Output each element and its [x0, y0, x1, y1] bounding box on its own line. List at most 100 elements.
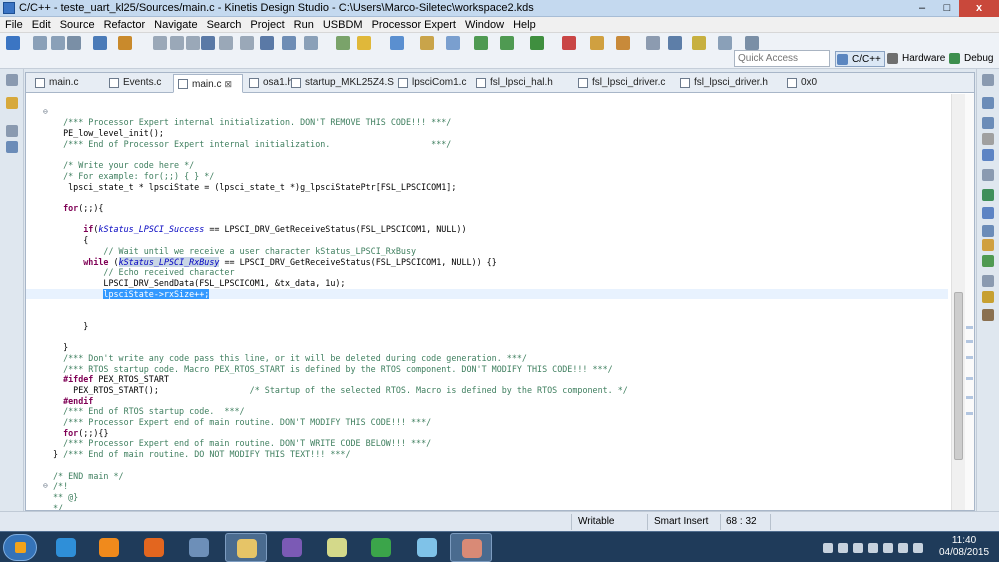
maximize-button[interactable]: □	[935, 0, 959, 17]
link-icon[interactable]	[201, 36, 215, 50]
save-icon[interactable]	[33, 36, 47, 50]
new-class-icon[interactable]	[390, 36, 404, 50]
code-line[interactable]: LPSCI_DRV_SendData(FSL_LPSCICOM1, &tx_da…	[26, 278, 948, 289]
editor-tab[interactable]: main.c	[31, 74, 101, 93]
pilcrow-icon[interactable]	[718, 36, 732, 50]
taskbar-thunderbird[interactable]	[178, 533, 220, 562]
code-line[interactable]	[26, 310, 948, 321]
occurrence-marker[interactable]	[966, 326, 973, 329]
taskbar-internet-explorer[interactable]	[45, 533, 87, 562]
step-icon[interactable]	[170, 36, 184, 50]
taskbar-chrome[interactable]	[360, 533, 402, 562]
code-line[interactable]: /*** Processor Expert internal initializ…	[26, 117, 948, 128]
folder-icon[interactable]	[420, 36, 434, 50]
minimize-view-icon[interactable]	[6, 125, 18, 137]
menu-navigate[interactable]: Navigate	[149, 17, 201, 32]
code-line[interactable]: /*** End of Processor Expert internal in…	[26, 139, 948, 150]
editor-tab[interactable]: 0x0	[783, 74, 823, 93]
editor-tab[interactable]: osa1.h	[245, 74, 293, 93]
refresh-icon[interactable]	[474, 36, 488, 50]
editor-tab[interactable]: main.c ⊠	[173, 74, 243, 93]
build-icon[interactable]	[93, 36, 107, 50]
code-line[interactable]: /*** RTOS startup code. Macro PEX_RTOS_S…	[26, 364, 948, 375]
code-line[interactable]	[26, 214, 948, 225]
code-line[interactable]: }	[26, 321, 948, 332]
perspective-hardware-button[interactable]: Hardware	[886, 51, 946, 67]
mark-icon[interactable]	[692, 36, 706, 50]
editor-tab[interactable]: fsl_lpsci_driver.h	[676, 74, 780, 93]
taskbar-file-explorer[interactable]	[225, 533, 267, 562]
pin-icon[interactable]	[153, 36, 167, 50]
code-line[interactable]: }	[26, 342, 948, 353]
new-file-icon[interactable]	[446, 36, 460, 50]
search-icon[interactable]	[646, 36, 660, 50]
code-line[interactable]: #ifdef PEX_RTOS_START	[26, 374, 948, 385]
view-shortcut-icon[interactable]	[982, 117, 994, 129]
open-folder-icon[interactable]	[616, 36, 630, 50]
code-line[interactable]: #endif	[26, 396, 948, 407]
occurrence-marker[interactable]	[966, 377, 973, 380]
view-shortcut-icon[interactable]	[982, 189, 994, 201]
minimize-view-icon[interactable]	[6, 74, 18, 86]
view-shortcut-icon[interactable]	[982, 74, 994, 86]
view-shortcut-icon[interactable]	[982, 149, 994, 161]
code-line[interactable]: /*** Processor Expert end of main routin…	[26, 417, 948, 428]
start-button[interactable]	[3, 534, 37, 561]
target-icon[interactable]	[282, 36, 296, 50]
menu-refactor[interactable]: Refactor	[99, 17, 150, 32]
view-shortcut-icon[interactable]	[982, 309, 994, 321]
menu-run[interactable]: Run	[289, 17, 318, 32]
menu-edit[interactable]: Edit	[27, 17, 55, 32]
taskbar-viber[interactable]	[271, 533, 313, 562]
occurrence-marker[interactable]	[966, 340, 973, 343]
occurrence-marker[interactable]	[966, 412, 973, 415]
menu-processor-expert[interactable]: Processor Expert	[367, 17, 460, 32]
editor-tab[interactable]: startup_MKL25Z4.S	[287, 74, 394, 93]
taskbar-media-player[interactable]	[88, 533, 130, 562]
view-shortcut-icon[interactable]	[982, 239, 994, 251]
stop-icon[interactable]	[562, 36, 576, 50]
menu-search[interactable]: Search	[202, 17, 246, 32]
editor-tab[interactable]: fsl_lpsci_driver.c	[574, 74, 674, 93]
usb-icon[interactable]	[823, 543, 833, 553]
menu-source[interactable]: Source	[55, 17, 99, 32]
filter-icon[interactable]	[304, 36, 318, 50]
code-line[interactable]: for(;;){	[26, 203, 948, 214]
menu-file[interactable]: File	[0, 17, 27, 32]
code-line[interactable]	[26, 96, 948, 107]
code-line[interactable]: } /*** End of main routine. DO NOT MODIF…	[26, 449, 948, 460]
code-line[interactable]: if(kStatus_LPSCI_Success == LPSCI_DRV_Ge…	[26, 224, 948, 235]
taskbar-notes-app[interactable]	[316, 533, 358, 562]
code-line[interactable]	[26, 299, 948, 310]
fold-toggle-icon[interactable]: ⊖	[43, 481, 48, 490]
new-icon[interactable]	[6, 36, 20, 50]
code-line[interactable]: lpsciState->rxSize++;	[26, 288, 948, 300]
taskbar-firefox[interactable]	[133, 533, 175, 562]
editor-tab[interactable]: lpsciCom1.c	[394, 74, 470, 93]
view-shortcut-icon[interactable]	[982, 97, 994, 109]
occurrence-marker[interactable]	[966, 356, 973, 359]
perspective-cpp-button[interactable]: C/C++	[835, 51, 885, 67]
scrollbar-thumb[interactable]	[954, 292, 963, 460]
occurrence-marker[interactable]	[966, 396, 973, 399]
code-line[interactable]: lpsci_state_t * lpsciState = (lpsci_stat…	[26, 182, 948, 193]
code-line[interactable]: ** @}	[26, 492, 948, 503]
quick-access-input[interactable]	[734, 50, 830, 67]
close-tab-icon[interactable]: ⊠	[224, 79, 232, 89]
edit-icon[interactable]	[668, 36, 682, 50]
project-explorer-icon[interactable]	[6, 97, 18, 109]
gear-icon[interactable]	[260, 36, 274, 50]
undo-icon[interactable]	[219, 36, 233, 50]
view-shortcut-icon[interactable]	[982, 207, 994, 219]
code-line[interactable]: /* For example: for(;;) { } */	[26, 171, 948, 182]
power-icon[interactable]	[898, 543, 908, 553]
vertical-scrollbar[interactable]	[951, 94, 965, 510]
external-tools-icon[interactable]	[590, 36, 604, 50]
view-shortcut-icon[interactable]	[982, 291, 994, 303]
code-line[interactable]	[26, 460, 948, 471]
code-line[interactable]: while (kStatus_LPSCI_RxBusy == LPSCI_DRV…	[26, 256, 948, 268]
action-center-icon[interactable]	[883, 543, 893, 553]
save-all-icon[interactable]	[51, 36, 65, 50]
redo-icon[interactable]	[240, 36, 254, 50]
show-hidden-icon[interactable]	[913, 543, 923, 553]
